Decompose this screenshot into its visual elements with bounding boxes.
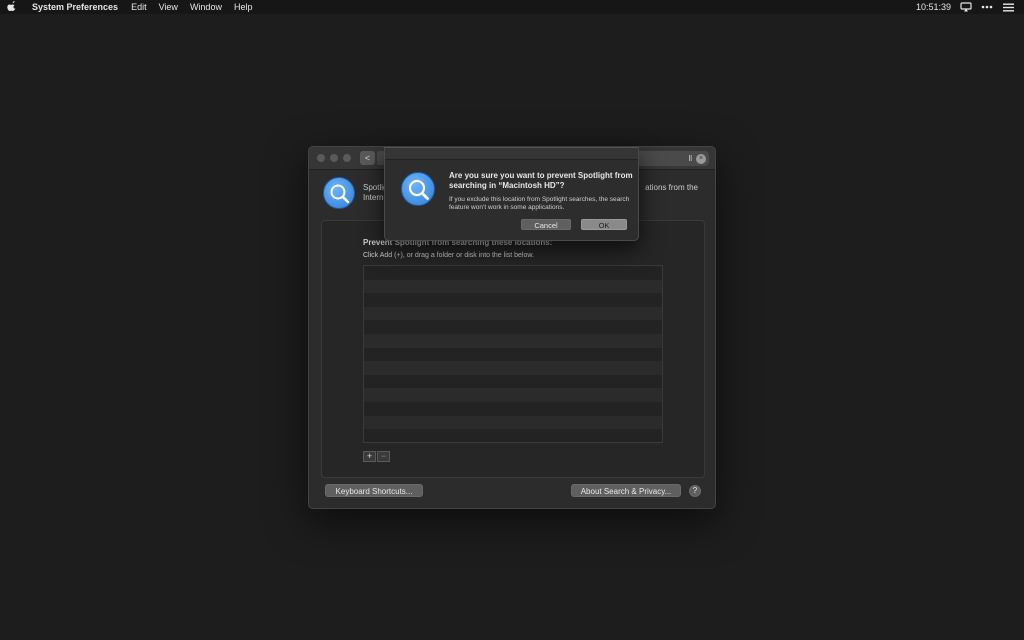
spotlight-icon [323, 177, 355, 209]
exclude-confirmation-sheet: Are you sure you want to prevent Spotlig… [384, 147, 639, 241]
list-icon[interactable] [1002, 2, 1014, 12]
menu-window[interactable]: Window [184, 0, 228, 14]
menu-app-name[interactable]: System Preferences [22, 2, 125, 12]
list-row [364, 401, 662, 416]
airplay-icon[interactable] [960, 2, 972, 12]
list-buttons: + − [363, 451, 390, 462]
privacy-hint: Click Add (+), or drag a folder or disk … [363, 252, 534, 259]
menu-clock[interactable]: 10:51:39 [916, 2, 951, 12]
menu-extras: 10:51:39 [916, 2, 1024, 12]
list-row [364, 293, 662, 307]
clear-search-icon[interactable]: × [696, 153, 706, 164]
add-location-button[interactable]: + [363, 451, 376, 462]
menu-help[interactable]: Help [228, 0, 259, 14]
privacy-panel: Prevent Spotlight from searching these l… [321, 220, 705, 478]
list-row [364, 333, 662, 348]
spotlight-description-tail: ations from the [645, 183, 698, 192]
about-search-privacy-button[interactable]: About Search & Privacy... [571, 484, 681, 497]
back-button[interactable]: < [360, 151, 375, 165]
remove-location-button[interactable]: − [377, 451, 390, 462]
menu-edit[interactable]: Edit [125, 0, 153, 14]
list-row [364, 374, 662, 389]
search-value: ll [688, 154, 692, 163]
excluded-locations-list[interactable] [363, 265, 663, 443]
alert-title: Are you sure you want to prevent Spotlig… [449, 171, 633, 190]
ok-button[interactable]: OK [581, 219, 627, 230]
chevron-left-icon: < [364, 153, 371, 163]
search-input[interactable]: ll × [629, 151, 709, 166]
control-strip-icon[interactable] [981, 2, 993, 12]
list-row [364, 279, 662, 294]
list-row [364, 347, 662, 362]
list-row [364, 415, 662, 430]
menu-bar: System Preferences Edit View Window Help… [0, 0, 1024, 14]
zoom-button[interactable] [343, 154, 351, 162]
sheet-top-edge [385, 148, 638, 160]
list-row [364, 429, 662, 442]
minimize-button[interactable] [330, 154, 338, 162]
list-row [364, 320, 662, 334]
list-row [364, 266, 662, 280]
spotlight-icon [401, 172, 435, 206]
list-row [364, 306, 662, 321]
help-button[interactable]: ? [689, 485, 701, 497]
alert-message: If you exclude this location from Spotli… [449, 196, 630, 211]
close-button[interactable] [317, 154, 325, 162]
menu-view[interactable]: View [153, 0, 184, 14]
list-row [364, 361, 662, 375]
list-row [364, 388, 662, 402]
apple-icon[interactable] [0, 0, 22, 14]
keyboard-shortcuts-button[interactable]: Keyboard Shortcuts... [325, 484, 423, 497]
cancel-button[interactable]: Cancel [521, 219, 571, 230]
